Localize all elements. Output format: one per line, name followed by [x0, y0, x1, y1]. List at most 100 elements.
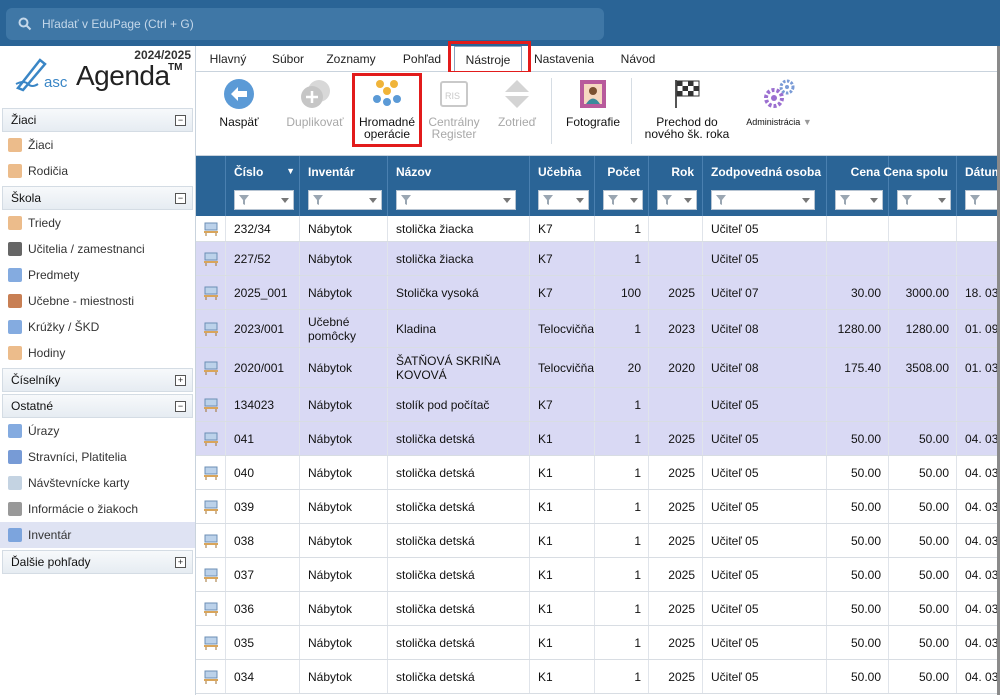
sidebar-item[interactable]: Krúžky / ŠKD [0, 314, 195, 340]
top-bar: Hľadať v EduPage (Ctrl + G) [0, 0, 1000, 46]
cell-nazov: stolička detská [388, 558, 530, 591]
cell-cislo: 2023/001 [226, 310, 300, 347]
column-header[interactable]: Cena spolu [883, 156, 957, 216]
column-header[interactable]: Dátum [957, 156, 1000, 216]
column-filter[interactable] [711, 190, 815, 210]
duplicate-icon [301, 80, 330, 108]
table-row[interactable]: 040 Nábytok stolička detská K1 1 2025 Učiteľ 0… [196, 456, 1000, 490]
back-button[interactable]: Naspäť [214, 78, 264, 128]
column-header[interactable]: Názov [388, 156, 530, 216]
cell-spolu: 3508.00 [889, 348, 957, 387]
sidebar-item-label: Triedy [28, 216, 61, 230]
tab-2[interactable]: Zoznamy [318, 46, 384, 72]
sidebar-item[interactable]: Stravníci, Platitelia [0, 444, 195, 470]
sidebar-item-label: Krúžky / ŠKD [28, 320, 100, 334]
sidebar-section-2[interactable]: Číselníky + [2, 368, 193, 392]
collapse-icon[interactable]: − [175, 400, 186, 412]
cell-nazov: stolička detská [388, 592, 530, 625]
cell-pocet: 1 [595, 660, 649, 693]
column-header-label: Dátum [965, 165, 1000, 179]
column-filter[interactable] [657, 190, 697, 210]
table-row[interactable]: 039 Nábytok stolička detská K1 1 2025 Učiteľ 0… [196, 490, 1000, 524]
column-filter[interactable] [603, 190, 643, 210]
cell-spolu: 3000.00 [889, 276, 957, 309]
column-filter[interactable] [538, 190, 589, 210]
table-row[interactable]: 037 Nábytok stolička detská K1 1 2025 Učiteľ 0… [196, 558, 1000, 592]
sidebar-item[interactable]: Učitelia / zamestnanci [0, 236, 195, 262]
cell-rok: 2025 [649, 558, 703, 591]
cell-rok: 2023 [649, 310, 703, 347]
cell-pocet: 1 [595, 558, 649, 591]
inventory-item-icon [196, 456, 226, 489]
column-filter[interactable] [835, 190, 883, 210]
sort-desc-icon: ▼ [286, 166, 295, 176]
search-input[interactable]: Hľadať v EduPage (Ctrl + G) [6, 8, 604, 40]
cell-rok: 2025 [649, 490, 703, 523]
sidebar-item[interactable]: Rodičia [0, 158, 195, 184]
inventory-item-icon [196, 276, 226, 309]
table-row[interactable]: 036 Nábytok stolička detská K1 1 2025 Učiteľ 0… [196, 592, 1000, 626]
table-row[interactable]: 134023 Nábytok stolík pod počítač K7 1 Učiteľ… [196, 388, 1000, 422]
expand-icon[interactable]: + [175, 374, 186, 386]
tab-6[interactable]: Návod [610, 46, 666, 72]
sort-button[interactable]: Zotrieď [492, 78, 542, 128]
cell-nazov: stolička detská [388, 456, 530, 489]
column-filter[interactable] [308, 190, 382, 210]
column-filter[interactable] [234, 190, 294, 210]
school-year-transition-button[interactable]: Prechod do nového šk. roka [640, 78, 734, 140]
column-filter[interactable] [897, 190, 951, 210]
sidebar-item[interactable]: Hodiny [0, 340, 195, 366]
sidebar-section-3[interactable]: Ostatné − [2, 394, 193, 418]
administration-button[interactable]: Administrácia ▼ [742, 78, 816, 128]
tab-5[interactable]: Nastavenia [526, 46, 602, 72]
expand-icon[interactable]: + [175, 556, 186, 568]
sidebar-section-0[interactable]: Žiaci − [2, 108, 193, 132]
tab-3[interactable]: Pohľad [390, 46, 454, 72]
column-header[interactable]: Cena [827, 156, 889, 216]
tab-0[interactable]: Hlavný [198, 46, 258, 72]
table-row[interactable]: 041 Nábytok stolička detská K1 1 2025 Učiteľ 0… [196, 422, 1000, 456]
collapse-icon[interactable]: − [175, 192, 186, 204]
column-filter[interactable] [396, 190, 516, 210]
cell-cena: 50.00 [827, 626, 889, 659]
cell-ucebna: K1 [530, 626, 595, 659]
column-header[interactable]: Číslo ▼ [226, 156, 300, 216]
table-row[interactable]: 2020/001 Nábytok ŠATŇOVÁ SKRIŇA KOVOVÁ Telo… [196, 348, 1000, 388]
column-header[interactable]: Rok [649, 156, 703, 216]
central-register-button[interactable]: RIS Centrálny Register [426, 78, 482, 140]
tab-1[interactable]: Súbor [262, 46, 314, 72]
sidebar-item[interactable]: Triedy [0, 210, 195, 236]
sidebar-item[interactable]: Úrazy [0, 418, 195, 444]
table-row[interactable]: 232/34 Nábytok stolička žiacka K7 1 Učiteľ 05 [196, 216, 1000, 242]
sidebar-item[interactable]: Informácie o žiakoch [0, 496, 195, 522]
column-header[interactable]: Inventár [300, 156, 388, 216]
column-header[interactable]: Učebňa [530, 156, 595, 216]
sidebar-item[interactable]: Predmety [0, 262, 195, 288]
duplicate-label: Duplikovať [286, 115, 344, 129]
cell-pocet: 1 [595, 388, 649, 421]
sidebar-section-4[interactable]: Ďalšie pohľady + [2, 550, 193, 574]
table-row[interactable]: 2025_001 Nábytok Stolička vysoká K7 100 2025 U… [196, 276, 1000, 310]
column-header[interactable]: Zodpovedná osoba [703, 156, 827, 216]
table-row[interactable]: 2023/001 Učebné pomôcky Kladina Telocvičňa 1… [196, 310, 1000, 348]
table-row[interactable]: 227/52 Nábytok stolička žiacka K7 1 Učiteľ 05 [196, 242, 1000, 276]
sidebar-item[interactable]: Návštevnícke karty [0, 470, 195, 496]
table-row[interactable]: 038 Nábytok stolička detská K1 1 2025 Učiteľ 0… [196, 524, 1000, 558]
cell-rok: 2020 [649, 348, 703, 387]
checkered-flag-icon [675, 80, 700, 108]
duplicate-button[interactable]: Duplikovať [284, 78, 346, 128]
table-row[interactable]: 034 Nábytok stolička detská K1 1 2025 Učiteľ 0… [196, 660, 1000, 694]
sidebar-item[interactable]: Žiaci [0, 132, 195, 158]
column-header[interactable]: Počet [595, 156, 649, 216]
table-row[interactable]: 035 Nábytok stolička detská K1 1 2025 Učiteľ 0… [196, 626, 1000, 660]
cell-osoba: Učiteľ 05 [703, 592, 827, 625]
cell-osoba: Učiteľ 05 [703, 242, 827, 275]
photos-button[interactable]: Fotografie [560, 78, 626, 128]
collapse-icon[interactable]: − [175, 114, 186, 126]
sidebar-item[interactable]: Učebne - miestnosti [0, 288, 195, 314]
sidebar-item[interactable]: Inventár [0, 522, 195, 548]
sidebar-section-1[interactable]: Škola − [2, 186, 193, 210]
column-filter[interactable] [965, 190, 1000, 210]
inventory-item-icon [196, 592, 226, 625]
chevron-down-icon[interactable]: ▼ [803, 117, 812, 127]
